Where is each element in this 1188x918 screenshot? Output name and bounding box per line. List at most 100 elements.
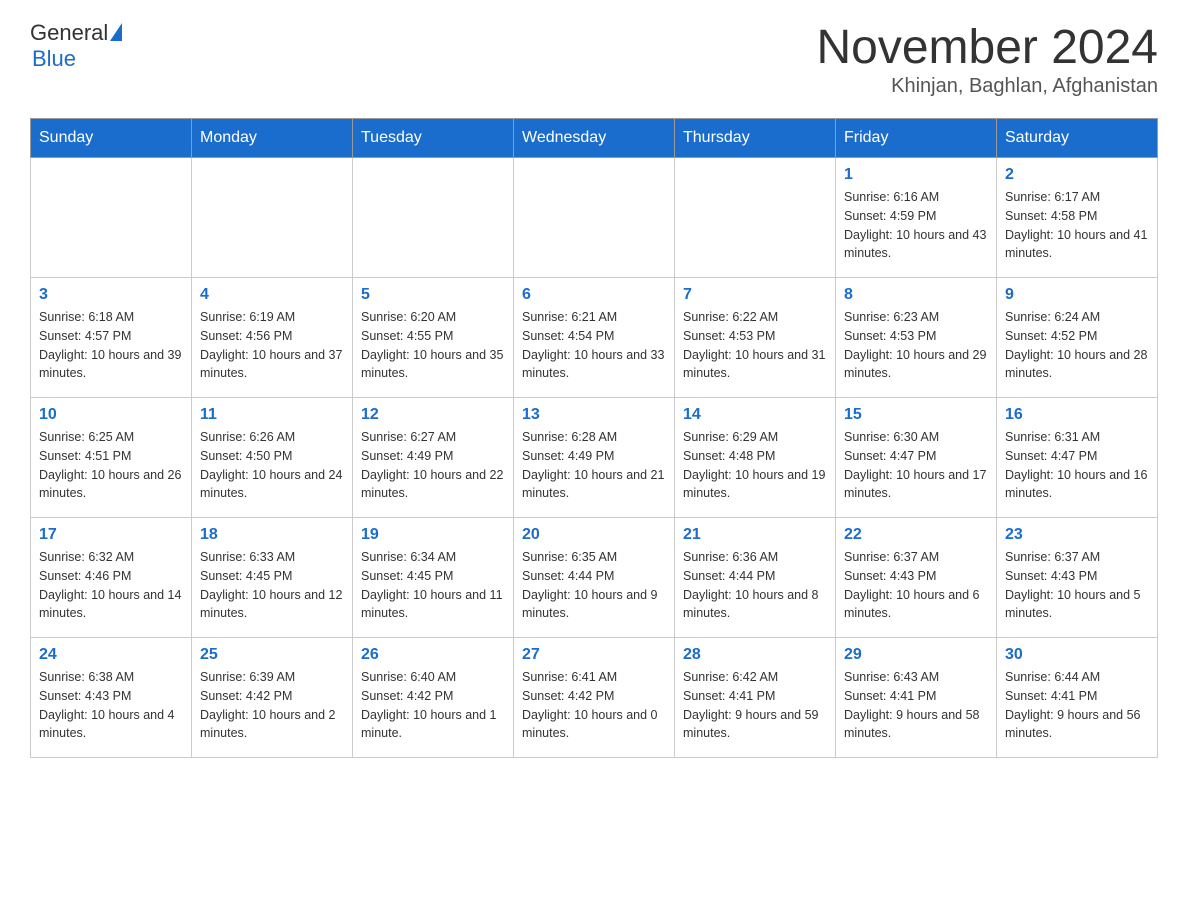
calendar-week-row: 10Sunrise: 6:25 AMSunset: 4:51 PMDayligh… — [31, 398, 1158, 518]
cell-sun-info: Sunrise: 6:16 AMSunset: 4:59 PMDaylight:… — [844, 188, 988, 263]
header-wednesday: Wednesday — [514, 119, 675, 158]
day-number: 15 — [844, 406, 988, 424]
cell-sun-info: Sunrise: 6:44 AMSunset: 4:41 PMDaylight:… — [1005, 668, 1149, 743]
cell-sun-info: Sunrise: 6:19 AMSunset: 4:56 PMDaylight:… — [200, 308, 344, 383]
calendar-cell: 29 Sunrise: 6:43 AMSunset: 4:41 PMDayligh… — [836, 638, 997, 758]
calendar-cell: 23 Sunrise: 6:37 AMSunset: 4:43 PMDayligh… — [997, 518, 1158, 638]
cell-sun-info: Sunrise: 6:26 AMSunset: 4:50 PMDaylight:… — [200, 428, 344, 503]
day-number: 21 — [683, 526, 827, 544]
day-number: 27 — [522, 646, 666, 664]
day-number: 13 — [522, 406, 666, 424]
header-sunday: Sunday — [31, 119, 192, 158]
calendar-cell: 24 Sunrise: 6:38 AMSunset: 4:43 PMDayligh… — [31, 638, 192, 758]
logo-blue-text: Blue — [32, 46, 122, 72]
cell-sun-info: Sunrise: 6:31 AMSunset: 4:47 PMDaylight:… — [1005, 428, 1149, 503]
header-thursday: Thursday — [675, 119, 836, 158]
calendar-cell: 16 Sunrise: 6:31 AMSunset: 4:47 PMDayligh… — [997, 398, 1158, 518]
page-header: General Blue November 2024 Khinjan, Bagh… — [30, 20, 1158, 98]
day-number: 29 — [844, 646, 988, 664]
calendar-cell — [31, 158, 192, 278]
day-number: 16 — [1005, 406, 1149, 424]
cell-sun-info: Sunrise: 6:39 AMSunset: 4:42 PMDaylight:… — [200, 668, 344, 743]
calendar-cell: 30 Sunrise: 6:44 AMSunset: 4:41 PMDayligh… — [997, 638, 1158, 758]
cell-sun-info: Sunrise: 6:29 AMSunset: 4:48 PMDaylight:… — [683, 428, 827, 503]
day-number: 26 — [361, 646, 505, 664]
cell-sun-info: Sunrise: 6:25 AMSunset: 4:51 PMDaylight:… — [39, 428, 183, 503]
cell-sun-info: Sunrise: 6:42 AMSunset: 4:41 PMDaylight:… — [683, 668, 827, 743]
cell-sun-info: Sunrise: 6:37 AMSunset: 4:43 PMDaylight:… — [844, 548, 988, 623]
calendar-cell: 28Sunrise: 6:42 AMSunset: 4:41 PMDayligh… — [675, 638, 836, 758]
calendar-cell: 14 Sunrise: 6:29 AMSunset: 4:48 PMDayligh… — [675, 398, 836, 518]
calendar-cell: 5 Sunrise: 6:20 AMSunset: 4:55 PMDaylight… — [353, 278, 514, 398]
calendar-cell: 17Sunrise: 6:32 AMSunset: 4:46 PMDayligh… — [31, 518, 192, 638]
day-number: 25 — [200, 646, 344, 664]
day-number: 22 — [844, 526, 988, 544]
calendar-cell — [192, 158, 353, 278]
day-number: 12 — [361, 406, 505, 424]
day-number: 8 — [844, 286, 988, 304]
cell-sun-info: Sunrise: 6:36 AMSunset: 4:44 PMDaylight:… — [683, 548, 827, 623]
calendar-week-row: 24 Sunrise: 6:38 AMSunset: 4:43 PMDayligh… — [31, 638, 1158, 758]
calendar-cell: 15Sunrise: 6:30 AMSunset: 4:47 PMDayligh… — [836, 398, 997, 518]
cell-sun-info: Sunrise: 6:20 AMSunset: 4:55 PMDaylight:… — [361, 308, 505, 383]
cell-sun-info: Sunrise: 6:27 AMSunset: 4:49 PMDaylight:… — [361, 428, 505, 503]
calendar-cell: 1 Sunrise: 6:16 AMSunset: 4:59 PMDaylight… — [836, 158, 997, 278]
cell-sun-info: Sunrise: 6:41 AMSunset: 4:42 PMDaylight:… — [522, 668, 666, 743]
header-friday: Friday — [836, 119, 997, 158]
cell-sun-info: Sunrise: 6:28 AMSunset: 4:49 PMDaylight:… — [522, 428, 666, 503]
calendar-cell: 18 Sunrise: 6:33 AMSunset: 4:45 PMDayligh… — [192, 518, 353, 638]
header-saturday: Saturday — [997, 119, 1158, 158]
calendar-week-row: 17Sunrise: 6:32 AMSunset: 4:46 PMDayligh… — [31, 518, 1158, 638]
calendar-cell: 10Sunrise: 6:25 AMSunset: 4:51 PMDayligh… — [31, 398, 192, 518]
logo-triangle-icon — [110, 23, 122, 41]
title-block: November 2024 Khinjan, Baghlan, Afghanis… — [816, 20, 1158, 98]
day-number: 23 — [1005, 526, 1149, 544]
cell-sun-info: Sunrise: 6:23 AMSunset: 4:53 PMDaylight:… — [844, 308, 988, 383]
calendar-week-row: 1 Sunrise: 6:16 AMSunset: 4:59 PMDaylight… — [31, 158, 1158, 278]
calendar-cell: 13 Sunrise: 6:28 AMSunset: 4:49 PMDayligh… — [514, 398, 675, 518]
calendar-cell — [353, 158, 514, 278]
day-number: 18 — [200, 526, 344, 544]
cell-sun-info: Sunrise: 6:18 AMSunset: 4:57 PMDaylight:… — [39, 308, 183, 383]
header-monday: Monday — [192, 119, 353, 158]
calendar-cell: 19 Sunrise: 6:34 AMSunset: 4:45 PMDayligh… — [353, 518, 514, 638]
day-number: 2 — [1005, 166, 1149, 184]
day-number: 7 — [683, 286, 827, 304]
cell-sun-info: Sunrise: 6:40 AMSunset: 4:42 PMDaylight:… — [361, 668, 505, 743]
calendar-table: Sunday Monday Tuesday Wednesday Thursday… — [30, 118, 1158, 758]
calendar-cell: 12 Sunrise: 6:27 AMSunset: 4:49 PMDayligh… — [353, 398, 514, 518]
day-number: 30 — [1005, 646, 1149, 664]
calendar-cell: 2Sunrise: 6:17 AMSunset: 4:58 PMDaylight… — [997, 158, 1158, 278]
calendar-cell — [514, 158, 675, 278]
day-number: 5 — [361, 286, 505, 304]
cell-sun-info: Sunrise: 6:38 AMSunset: 4:43 PMDaylight:… — [39, 668, 183, 743]
day-number: 11 — [200, 406, 344, 424]
weekday-header-row: Sunday Monday Tuesday Wednesday Thursday… — [31, 119, 1158, 158]
calendar-cell: 21 Sunrise: 6:36 AMSunset: 4:44 PMDayligh… — [675, 518, 836, 638]
cell-sun-info: Sunrise: 6:22 AMSunset: 4:53 PMDaylight:… — [683, 308, 827, 383]
cell-sun-info: Sunrise: 6:33 AMSunset: 4:45 PMDaylight:… — [200, 548, 344, 623]
cell-sun-info: Sunrise: 6:37 AMSunset: 4:43 PMDaylight:… — [1005, 548, 1149, 623]
location-subtitle: Khinjan, Baghlan, Afghanistan — [816, 75, 1158, 98]
calendar-cell: 3 Sunrise: 6:18 AMSunset: 4:57 PMDaylight… — [31, 278, 192, 398]
calendar-cell: 11 Sunrise: 6:26 AMSunset: 4:50 PMDayligh… — [192, 398, 353, 518]
cell-sun-info: Sunrise: 6:21 AMSunset: 4:54 PMDaylight:… — [522, 308, 666, 383]
calendar-week-row: 3 Sunrise: 6:18 AMSunset: 4:57 PMDaylight… — [31, 278, 1158, 398]
day-number: 19 — [361, 526, 505, 544]
calendar-cell: 7 Sunrise: 6:22 AMSunset: 4:53 PMDaylight… — [675, 278, 836, 398]
calendar-cell: 22 Sunrise: 6:37 AMSunset: 4:43 PMDayligh… — [836, 518, 997, 638]
cell-sun-info: Sunrise: 6:34 AMSunset: 4:45 PMDaylight:… — [361, 548, 505, 623]
day-number: 14 — [683, 406, 827, 424]
cell-sun-info: Sunrise: 6:32 AMSunset: 4:46 PMDaylight:… — [39, 548, 183, 623]
calendar-cell: 26 Sunrise: 6:40 AMSunset: 4:42 PMDayligh… — [353, 638, 514, 758]
day-number: 1 — [844, 166, 988, 184]
cell-sun-info: Sunrise: 6:43 AMSunset: 4:41 PMDaylight:… — [844, 668, 988, 743]
calendar-cell: 9 Sunrise: 6:24 AMSunset: 4:52 PMDaylight… — [997, 278, 1158, 398]
day-number: 24 — [39, 646, 183, 664]
cell-sun-info: Sunrise: 6:24 AMSunset: 4:52 PMDaylight:… — [1005, 308, 1149, 383]
calendar-cell — [675, 158, 836, 278]
day-number: 20 — [522, 526, 666, 544]
logo: General Blue — [30, 20, 122, 72]
day-number: 3 — [39, 286, 183, 304]
day-number: 9 — [1005, 286, 1149, 304]
